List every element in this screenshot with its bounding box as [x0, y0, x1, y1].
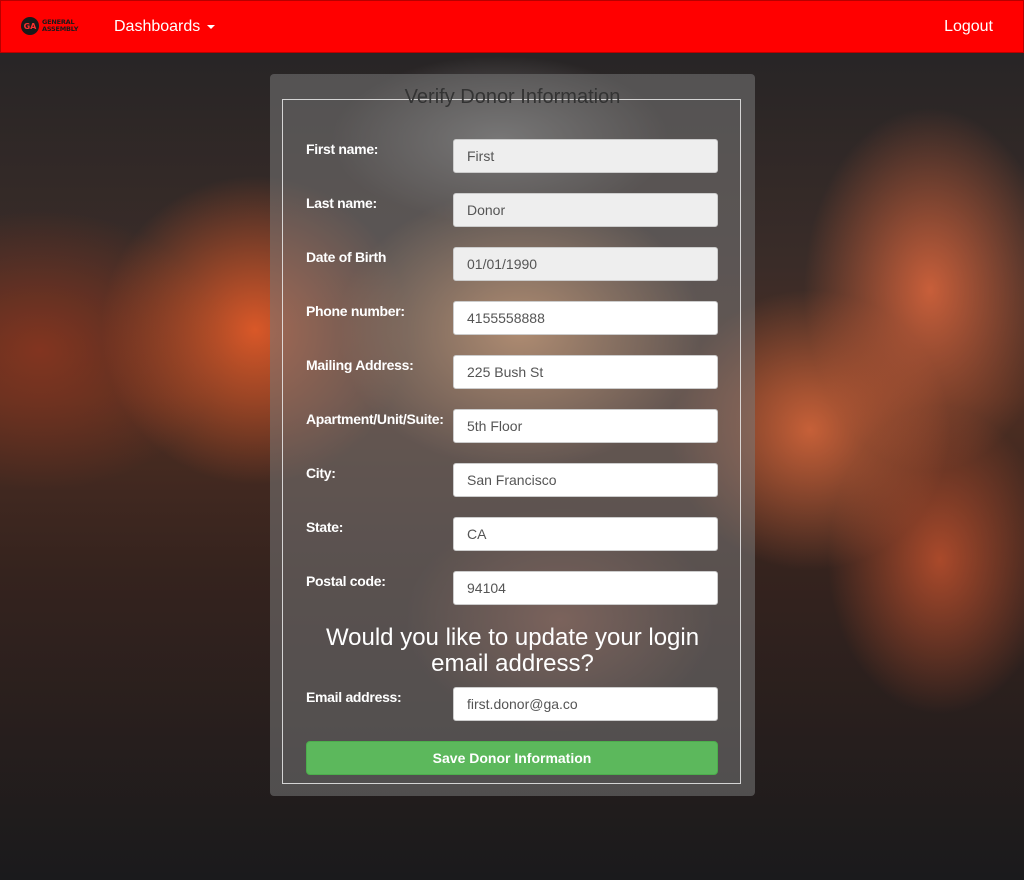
- apartment-unit-suite-label: Apartment/Unit/Suite:: [306, 411, 444, 427]
- email-address-input[interactable]: [453, 687, 718, 721]
- form-title: Verify Donor Information: [270, 86, 755, 109]
- save-donor-information-button[interactable]: Save Donor Information: [306, 741, 718, 775]
- state-label: State:: [306, 519, 344, 535]
- first-name-input[interactable]: [453, 139, 718, 173]
- mailing-address-input[interactable]: [453, 355, 718, 389]
- state-input[interactable]: [453, 517, 718, 551]
- last-name-label: Last name:: [306, 195, 377, 211]
- logout-link[interactable]: Logout: [944, 18, 993, 36]
- logo-wordmark: GENERAL ASSEMBLY: [42, 19, 78, 33]
- dashboards-dropdown[interactable]: Dashboards: [114, 18, 216, 36]
- email-address-label: Email address:: [306, 689, 402, 705]
- apartment-unit-suite-input[interactable]: [453, 409, 718, 443]
- logo-line-2: ASSEMBLY: [42, 25, 79, 33]
- logo-badge: GA: [21, 17, 39, 35]
- postal-code-label: Postal code:: [306, 573, 386, 589]
- last-name-input[interactable]: [453, 193, 718, 227]
- phone-number-input[interactable]: [453, 301, 718, 335]
- phone-number-label: Phone number:: [306, 303, 405, 319]
- general-assembly-logo[interactable]: GA GENERAL ASSEMBLY: [21, 17, 78, 35]
- form-title-text: Verify Donor Information: [404, 86, 621, 108]
- navbar: GA GENERAL ASSEMBLY Dashboards Logout: [0, 0, 1024, 53]
- postal-code-input[interactable]: [453, 571, 718, 605]
- first-name-label: First name:: [306, 141, 379, 157]
- email-update-question: Would you like to update your login emai…: [325, 624, 700, 677]
- date-of-birth-input[interactable]: [453, 247, 718, 281]
- dashboards-label: Dashboards: [114, 18, 201, 35]
- mailing-address-label: Mailing Address:: [306, 357, 414, 373]
- caret-down-icon: [207, 25, 216, 29]
- city-label: City:: [306, 465, 336, 481]
- date-of-birth-label: Date of Birth: [306, 249, 387, 265]
- city-input[interactable]: [453, 463, 718, 497]
